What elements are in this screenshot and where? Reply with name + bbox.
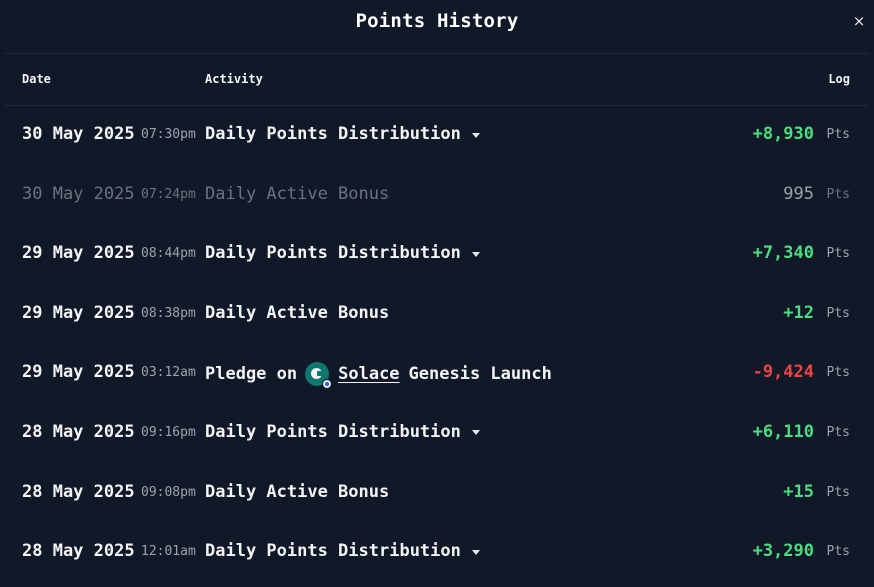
activity-label: Daily Points Distribution — [205, 243, 461, 264]
row-unit: Pts — [826, 484, 850, 500]
row-activity: Daily Points Distribution — [205, 541, 480, 561]
row-date: 30 May 2025 — [22, 183, 135, 204]
close-icon[interactable]: × — [848, 10, 870, 32]
row-time: 07:30pm — [141, 127, 196, 142]
history-row: 29 May 2025 08:38pm Daily Active Bonus +… — [0, 285, 874, 345]
row-amount: 995 — [783, 183, 814, 204]
history-row: 29 May 2025 08:44pm Daily Points Distrib… — [0, 225, 874, 285]
row-activity: Daily Active Bonus — [205, 303, 389, 323]
row-time: 08:44pm — [141, 246, 196, 262]
row-amount: +7,340 — [752, 243, 814, 264]
history-row: 28 May 2025 12:01am Daily Points Distrib… — [0, 523, 874, 583]
row-unit: Pts — [826, 305, 850, 321]
row-amount: +3,290 — [752, 541, 814, 562]
row-date: 29 May 2025 — [22, 243, 135, 264]
activity-suffix: Genesis Launch — [408, 364, 552, 385]
row-date: 28 May 2025 — [22, 421, 135, 442]
row-unit: Pts — [826, 544, 850, 560]
project-link-solace[interactable]: Solace — [338, 364, 399, 384]
history-list: 30 May 2025 07:30pm Daily Points Distrib… — [0, 106, 874, 583]
row-time: 09:08pm — [141, 484, 196, 500]
modal-title: Points History — [355, 10, 519, 32]
row-activity: Daily Active Bonus — [205, 184, 389, 204]
history-row: 30 May 2025 07:30pm Daily Points Distrib… — [0, 106, 874, 166]
chevron-down-icon[interactable] — [471, 430, 480, 436]
row-activity: Daily Points Distribution — [205, 422, 480, 442]
row-amount: +8,930 — [752, 124, 814, 144]
chevron-down-icon[interactable] — [471, 549, 480, 555]
row-activity: Daily Points Distribution — [205, 124, 480, 144]
row-amount: +15 — [783, 481, 814, 502]
activity-label: Daily Active Bonus — [205, 302, 390, 323]
history-row: 30 May 2025 07:24pm Daily Active Bonus 9… — [0, 166, 874, 226]
row-date: 29 May 2025 — [22, 362, 135, 383]
row-unit: Pts — [826, 186, 850, 202]
chevron-down-icon[interactable] — [471, 251, 480, 257]
row-time: 08:38pm — [141, 305, 196, 321]
history-row: 29 May 2025 03:12am Pledge on Solace Gen… — [0, 344, 874, 404]
activity-label: Daily Points Distribution — [205, 421, 461, 442]
history-row: 28 May 2025 09:08pm Daily Active Bonus +… — [0, 464, 874, 524]
column-header-log: Log — [828, 72, 850, 86]
row-unit: Pts — [826, 246, 850, 262]
table-header: Date Activity Log — [0, 70, 874, 90]
row-date: 28 May 2025 — [22, 541, 135, 562]
activity-label: Daily Active Bonus — [205, 481, 390, 502]
row-time: 07:24pm — [141, 186, 196, 202]
row-unit: Pts — [826, 127, 850, 142]
row-amount: -9,424 — [752, 362, 814, 383]
activity-prefix: Pledge on — [205, 364, 298, 385]
row-activity: Daily Points Distribution — [205, 243, 480, 263]
activity-label: Daily Active Bonus — [205, 183, 390, 204]
chevron-down-icon[interactable] — [471, 132, 480, 138]
activity-label: Daily Points Distribution — [205, 541, 461, 562]
row-date: 30 May 2025 — [22, 124, 135, 144]
column-header-date: Date — [22, 72, 51, 86]
row-date: 28 May 2025 — [22, 481, 135, 502]
history-row: 28 May 2025 09:16pm Daily Points Distrib… — [0, 404, 874, 464]
solace-logo-icon[interactable] — [305, 362, 333, 390]
row-date: 29 May 2025 — [22, 302, 135, 323]
row-unit: Pts — [826, 424, 850, 440]
row-activity: Daily Active Bonus — [205, 482, 389, 502]
row-unit: Pts — [826, 365, 850, 381]
row-amount: +12 — [783, 302, 814, 323]
activity-label: Daily Points Distribution — [205, 124, 461, 144]
row-activity: Pledge on Solace Genesis Launch — [205, 362, 552, 390]
title-divider — [5, 53, 869, 54]
row-time: 03:12am — [141, 365, 196, 381]
row-time: 09:16pm — [141, 424, 196, 440]
row-amount: +6,110 — [752, 421, 814, 442]
row-time: 12:01am — [141, 544, 196, 560]
column-header-activity: Activity — [205, 72, 263, 86]
